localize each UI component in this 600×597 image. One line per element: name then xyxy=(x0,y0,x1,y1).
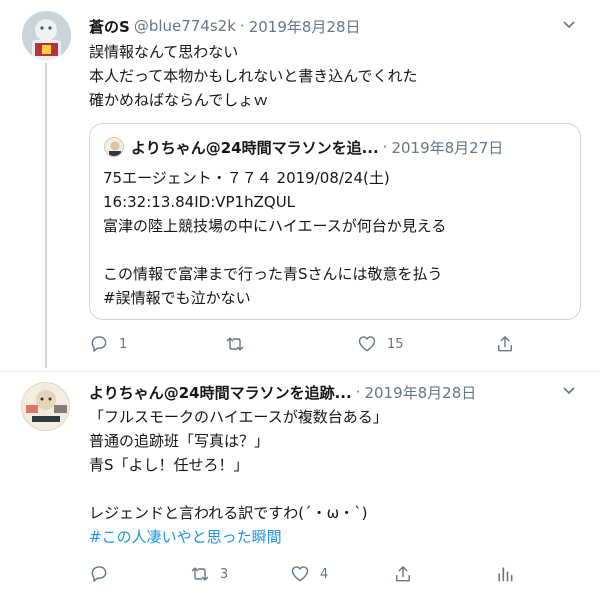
quoted-text-line: 富津の陸上競技場の中にハイエースが何台か見える xyxy=(103,217,447,235)
share-icon xyxy=(396,566,410,582)
tweet-text-line: 本人だって本物かもしれないと書き込んでくれた xyxy=(89,67,418,85)
action-bar: 1 15 xyxy=(89,332,519,356)
action-bar: 3 4 xyxy=(89,562,519,586)
reply-button[interactable] xyxy=(89,562,119,586)
tweet-date[interactable]: 2019年8月28日 xyxy=(364,382,476,403)
tweet-text: 誤情報なんて思わない 本人だって本物かもしれないと書き込んでくれた 確かめねばな… xyxy=(89,40,579,112)
chevron-down-icon[interactable] xyxy=(560,15,578,33)
retweet-button[interactable] xyxy=(225,332,255,356)
tweet-text-line: 「フルスモークのハイエースが複数台ある」 xyxy=(89,408,388,426)
separator: · xyxy=(239,17,245,35)
display-name[interactable]: 蒼のS xyxy=(89,16,130,37)
reply-count: 1 xyxy=(119,336,128,352)
quoted-date: 2019年8月27日 xyxy=(391,138,504,157)
quoted-text-line: 75エージェント・７７４ 2019/08/24(土) xyxy=(103,169,390,187)
like-icon xyxy=(358,336,376,352)
quoted-header: よりちゃん@24時間マラソンを追... · 2019年8月27日 xyxy=(131,136,503,158)
quoted-text-line: 16:32:13.84ID:VP1hZQUL xyxy=(103,193,296,211)
retweet-button[interactable]: 3 xyxy=(190,562,228,586)
like-count: 4 xyxy=(320,566,329,582)
quoted-display-name: よりちゃん@24時間マラソンを追... xyxy=(131,138,379,157)
retweet-icon xyxy=(226,337,244,351)
tweet-header: よりちゃん@24時間マラソンを追跡... · 2019年8月28日 xyxy=(89,382,476,402)
reply-button[interactable]: 1 xyxy=(89,332,127,356)
quoted-text-line xyxy=(103,238,573,262)
tweet-text-line: 青S「よし！任せろ！」 xyxy=(89,456,249,474)
like-button[interactable]: 4 xyxy=(290,562,328,586)
analytics-button[interactable] xyxy=(495,562,515,586)
like-icon xyxy=(291,566,309,582)
separator: · xyxy=(355,383,361,401)
share-icon xyxy=(498,336,512,352)
separator: · xyxy=(382,138,388,156)
like-button[interactable]: 15 xyxy=(357,332,404,356)
reply-icon xyxy=(91,336,107,352)
like-count: 15 xyxy=(387,336,404,352)
quoted-text-line: #誤情報でも泣かない xyxy=(103,289,251,307)
user-handle[interactable]: @blue774s2k xyxy=(134,17,236,35)
thread-connector xyxy=(45,63,47,368)
display-name[interactable]: よりちゃん@24時間マラソンを追跡... xyxy=(89,382,352,403)
tweet[interactable]: よりちゃん@24時間マラソンを追跡... · 2019年8月28日 「フルスモー… xyxy=(0,371,600,597)
retweet-count: 3 xyxy=(220,566,229,582)
quoted-avatar xyxy=(104,137,124,157)
avatar-image xyxy=(22,383,69,430)
quoted-text-line: この情報で富津まで行った青Sさんには敬意を払う xyxy=(103,265,443,283)
share-button[interactable] xyxy=(495,332,515,356)
tweet-header: 蒼のS @blue774s2k · 2019年8月28日 xyxy=(89,16,361,36)
tweet-text-line: 確かめねばならんでしょｗ xyxy=(89,91,269,109)
retweet-icon xyxy=(191,567,209,581)
tweet-date[interactable]: 2019年8月28日 xyxy=(249,16,361,37)
tweet-text-line: 誤情報なんて思わない xyxy=(89,43,239,61)
tweet-text: 「フルスモークのハイエースが複数台ある」 普通の追跡班「写真は？」 青S「よし！… xyxy=(89,405,579,549)
hashtag-link[interactable]: #この人凄いやと思った瞬間 xyxy=(89,525,579,549)
analytics-icon xyxy=(498,567,513,582)
avatar[interactable] xyxy=(22,11,71,60)
reply-icon xyxy=(91,566,107,582)
share-button[interactable] xyxy=(393,562,413,586)
tweet-text-line: 普通の追跡班「写真は？」 xyxy=(89,432,270,450)
chevron-down-icon[interactable] xyxy=(560,381,578,399)
tweet-text-line: レジェンドと言われる訳ですわ(´・ω・`) xyxy=(89,504,368,522)
tweet-text-line xyxy=(89,477,579,501)
quoted-tweet[interactable]: よりちゃん@24時間マラソンを追... · 2019年8月27日 75エージェン… xyxy=(89,123,581,320)
tweet[interactable]: 蒼のS @blue774s2k · 2019年8月28日 誤情報なんて思わない … xyxy=(0,0,600,371)
avatar-image xyxy=(22,11,71,60)
avatar[interactable] xyxy=(21,382,70,431)
quoted-text: 75エージェント・７７４ 2019/08/24(土) 16:32:13.84ID… xyxy=(103,166,573,310)
